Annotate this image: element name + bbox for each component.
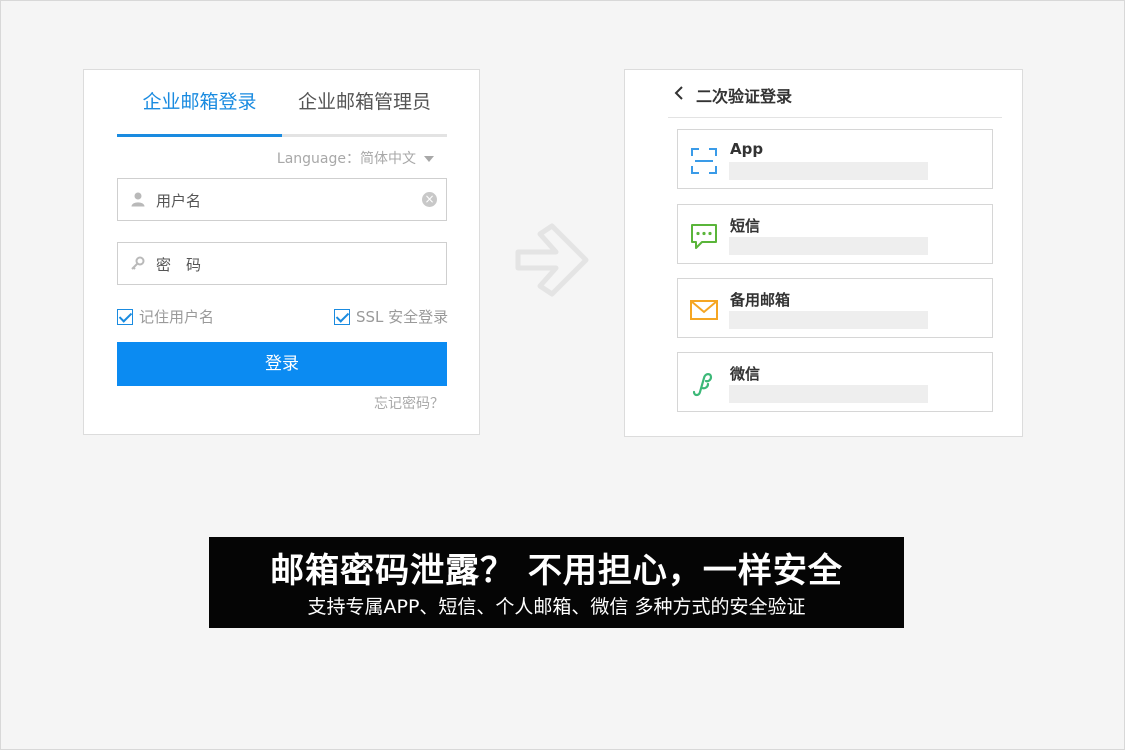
- chevron-left-icon[interactable]: [673, 86, 685, 100]
- method-description-placeholder: [729, 385, 928, 403]
- password-placeholder: 密 码: [156, 256, 202, 274]
- username-placeholder: 用户名: [156, 192, 202, 210]
- two-factor-panel: 二次验证登录 App 短信 备用邮箱 微信: [624, 69, 1023, 437]
- wechat-icon: [692, 373, 713, 397]
- sms-icon: [691, 224, 717, 249]
- forgot-password-link[interactable]: 忘记密码？: [374, 393, 444, 413]
- remember-label: 记住用户名: [139, 308, 215, 326]
- banner-subline: 支持专属APP、短信、个人邮箱、微信 多种方式的安全验证: [307, 596, 806, 618]
- ssl-login-checkbox[interactable]: SSL 安全登录: [334, 306, 448, 327]
- caret-down-icon: [424, 156, 434, 162]
- login-panel: 企业邮箱登录 企业邮箱管理员 Language：简体中文 用户名 × 密 码 记…: [83, 69, 480, 435]
- method-app[interactable]: App: [677, 129, 993, 189]
- tab-enterprise-admin[interactable]: 企业邮箱管理员: [282, 88, 447, 134]
- login-tabs: 企业邮箱登录 企业邮箱管理员: [117, 88, 447, 137]
- scan-icon: [691, 148, 717, 174]
- ssl-label: SSL 安全登录: [356, 308, 449, 326]
- mail-icon: [690, 300, 718, 320]
- password-field[interactable]: 密 码: [117, 242, 447, 285]
- method-backup-email[interactable]: 备用邮箱: [677, 278, 993, 338]
- method-sms[interactable]: 短信: [677, 204, 993, 264]
- promo-banner: 邮箱密码泄露？ 不用担心，一样安全 支持专属APP、短信、个人邮箱、微信 多种方…: [209, 537, 904, 628]
- checkbox-checked-icon: [117, 309, 133, 325]
- method-description-placeholder: [729, 162, 928, 180]
- method-name: App: [730, 140, 764, 158]
- username-field[interactable]: 用户名 ×: [117, 178, 447, 221]
- banner-headline: 邮箱密码泄露？ 不用担心，一样安全: [270, 551, 843, 591]
- arrow-right-icon: [515, 223, 589, 297]
- checkbox-checked-icon: [334, 309, 350, 325]
- user-icon: [131, 192, 145, 207]
- remember-username-checkbox[interactable]: 记住用户名: [117, 306, 214, 327]
- method-wechat[interactable]: 微信: [677, 352, 993, 412]
- language-label: Language：简体中文: [276, 151, 416, 167]
- login-button[interactable]: 登录: [117, 342, 447, 386]
- method-description-placeholder: [729, 311, 928, 329]
- two-factor-header: 二次验证登录: [668, 70, 1002, 118]
- clear-icon[interactable]: ×: [422, 192, 437, 207]
- method-description-placeholder: [729, 237, 928, 255]
- two-factor-title: 二次验证登录: [696, 87, 793, 106]
- key-icon: [131, 256, 145, 270]
- tab-enterprise-login[interactable]: 企业邮箱登录: [117, 88, 282, 137]
- method-name: 短信: [730, 217, 761, 235]
- method-name: 备用邮箱: [730, 291, 791, 309]
- language-selector[interactable]: Language：简体中文: [277, 148, 434, 168]
- method-name: 微信: [730, 365, 761, 383]
